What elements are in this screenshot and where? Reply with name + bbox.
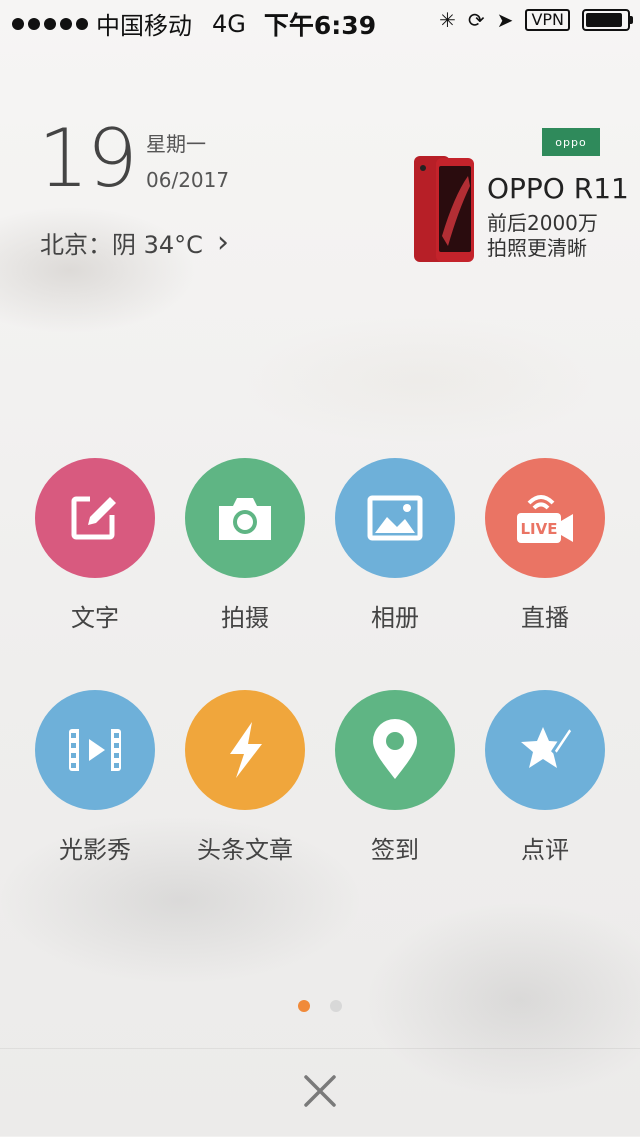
loading-icon: ✳ xyxy=(439,8,456,32)
close-icon[interactable] xyxy=(300,1071,340,1111)
action-label: 头条文章 xyxy=(197,836,293,864)
photo-album-icon[interactable] xyxy=(335,458,455,578)
ad-phone-image[interactable] xyxy=(414,156,476,264)
action-review[interactable]: 点评 xyxy=(470,690,620,865)
action-live[interactable]: LIVE 直播 xyxy=(470,458,620,633)
video-icon[interactable] xyxy=(35,690,155,810)
status-bar: 中国移动 4G 下午6:39 ✳ ⟳ ➤ VPN xyxy=(0,0,640,40)
date-day: 19 xyxy=(38,112,138,205)
ad-title[interactable]: OPPO R11 xyxy=(487,172,629,205)
svg-text:LIVE: LIVE xyxy=(521,520,558,538)
star-pen-icon[interactable] xyxy=(485,690,605,810)
ad-brand-logo[interactable]: oppo xyxy=(542,128,600,156)
action-label: 直播 xyxy=(521,604,569,632)
page-indicator xyxy=(0,1000,640,1012)
action-camera[interactable]: 拍摄 xyxy=(170,458,320,633)
bottom-bar xyxy=(0,1048,640,1137)
date-weekday: 星期一 xyxy=(146,132,206,156)
camera-icon[interactable] xyxy=(185,458,305,578)
action-light-show[interactable]: 光影秀 xyxy=(20,690,170,865)
page-dot-active xyxy=(298,1000,310,1012)
location-pin-icon[interactable] xyxy=(335,690,455,810)
orientation-lock-icon: ⟳ xyxy=(467,8,485,32)
chevron-right-icon: › xyxy=(216,225,229,260)
action-label: 签到 xyxy=(371,836,419,864)
action-album[interactable]: 相册 xyxy=(320,458,470,633)
action-label: 文字 xyxy=(71,604,119,632)
action-headline-article[interactable]: 头条文章 xyxy=(170,690,320,865)
action-label: 相册 xyxy=(371,604,419,632)
edit-icon[interactable] xyxy=(35,458,155,578)
action-text[interactable]: 文字 xyxy=(20,458,170,633)
action-label: 拍摄 xyxy=(221,604,269,632)
battery-icon xyxy=(582,9,633,31)
weather-link[interactable]: 北京：阴 34°C › xyxy=(40,225,229,260)
action-check-in[interactable]: 签到 xyxy=(320,690,470,865)
lightning-icon[interactable] xyxy=(185,690,305,810)
date-month-year: 06/2017 xyxy=(146,168,230,192)
ad-line-2[interactable]: 拍照更清晰 xyxy=(487,232,587,261)
location-arrow-icon: ➤ xyxy=(496,8,514,32)
weather-text: 北京：阴 34°C xyxy=(40,231,203,259)
vpn-badge: VPN xyxy=(525,9,570,31)
action-label: 点评 xyxy=(521,836,569,864)
action-label: 光影秀 xyxy=(59,836,131,864)
page-dot-inactive xyxy=(330,1000,342,1012)
live-icon[interactable]: LIVE xyxy=(485,458,605,578)
status-right: ✳ ⟳ ➤ VPN xyxy=(439,8,633,32)
